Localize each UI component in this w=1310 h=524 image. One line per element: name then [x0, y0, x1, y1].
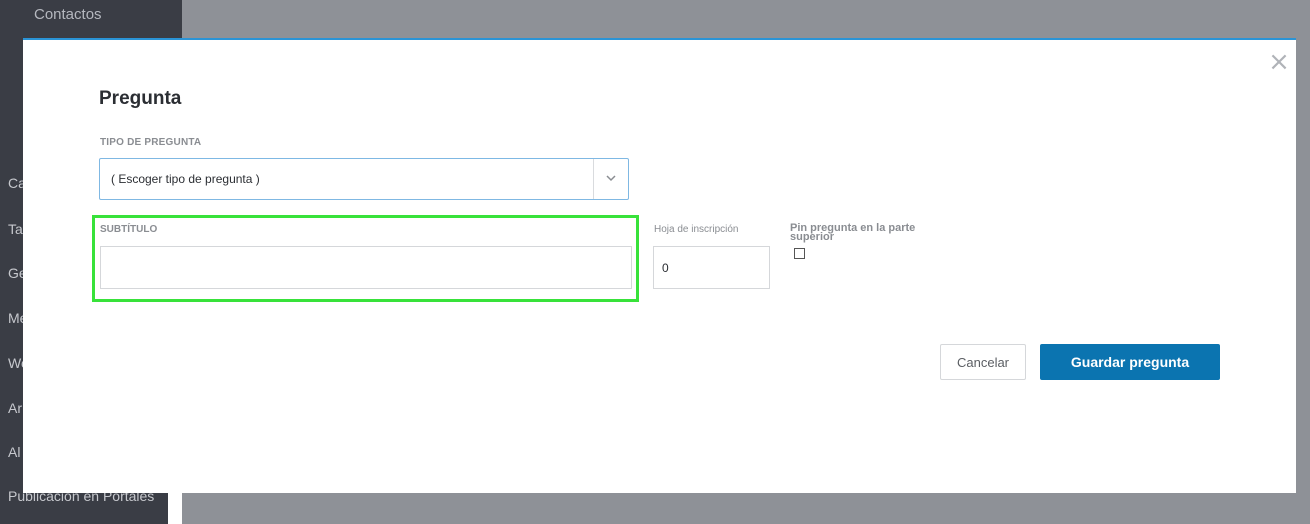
- cancel-button[interactable]: Cancelar: [940, 344, 1026, 380]
- subtitle-input[interactable]: [100, 246, 632, 289]
- modal-title: Pregunta: [99, 88, 182, 109]
- question-type-select[interactable]: ( Escoger tipo de pregunta ): [99, 158, 629, 200]
- pin-question-label: Pin pregunta en la parte superior: [790, 222, 916, 243]
- chevron-down-icon: [606, 175, 616, 182]
- signup-sheet-input[interactable]: [653, 246, 770, 289]
- question-type-selected-value: ( Escoger tipo de pregunta ): [111, 172, 260, 186]
- close-icon[interactable]: ×: [1268, 49, 1290, 75]
- select-divider: [593, 159, 594, 199]
- sidebar-item-contacts[interactable]: Contactos: [34, 6, 102, 23]
- pin-question-checkbox[interactable]: [794, 248, 805, 259]
- question-type-label: TIPO DE PREGUNTA: [100, 137, 202, 148]
- subtitle-label: SUBTÍTULO: [100, 224, 158, 235]
- signup-sheet-label: Hoja de inscripción: [654, 224, 739, 235]
- question-modal: × Pregunta TIPO DE PREGUNTA ( Escoger ti…: [23, 38, 1296, 493]
- sidebar-divider: [168, 0, 182, 40]
- save-question-button[interactable]: Guardar pregunta: [1040, 344, 1220, 380]
